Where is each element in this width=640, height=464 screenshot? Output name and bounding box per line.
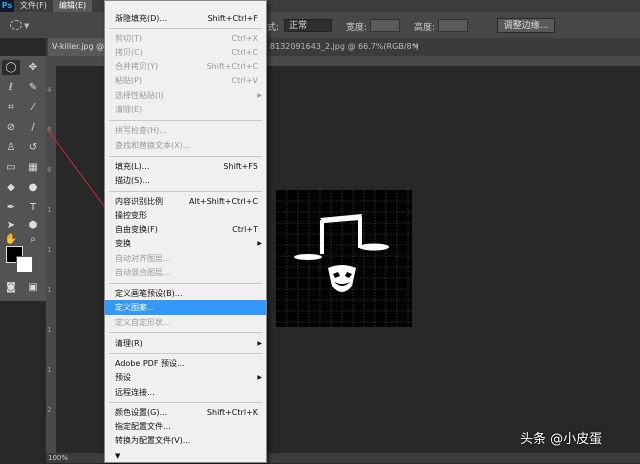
- menu-separator: [109, 332, 262, 333]
- edit-dropdown-menu: 渐隐填充(D)... Shift+Ctrl+F 剪切(T) Ctrl+X 拷贝(C)…: [104, 0, 267, 463]
- menu-item-cut[interactable]: 剪切(T) Ctrl+X: [105, 31, 266, 46]
- menu-item-paste[interactable]: 粘贴(P) Ctrl+V: [105, 73, 266, 88]
- menu-separator: [109, 156, 262, 157]
- menu-item-define-brush-preset[interactable]: 定义画笔预设(B)...: [105, 286, 266, 301]
- annotation-arrow: [47, 129, 177, 305]
- zoom-level[interactable]: 100%: [48, 453, 68, 463]
- menu-separator: [109, 353, 262, 354]
- menu-item-fill[interactable]: 填充(L)... Shift+F5: [105, 159, 266, 174]
- menu-item-presets[interactable]: 预设 ▶: [105, 370, 266, 385]
- menu-item-puppet-warp[interactable]: 操控变形: [105, 208, 266, 223]
- menu-item-clear[interactable]: 清除(E): [105, 102, 266, 117]
- menu-item-define-custom-shape[interactable]: 定义自定形状...: [105, 315, 266, 330]
- menu-item-define-pattern[interactable]: 定义图案...: [105, 300, 266, 315]
- menu-item-find-replace-text[interactable]: 查找和替换文本(X)...: [105, 138, 266, 153]
- menu-separator: [109, 283, 262, 284]
- menu-item-remote-connections[interactable]: 远程连接...: [105, 385, 266, 400]
- submenu-arrow-icon: ▶: [257, 374, 262, 381]
- menu-item-color-settings[interactable]: 颜色设置(G)... Shift+Ctrl+K: [105, 405, 266, 420]
- menu-scroll-down-icon[interactable]: ▼: [105, 449, 266, 464]
- menu-item-free-transform[interactable]: 自由变换(F) Ctrl+T: [105, 222, 266, 237]
- menu-separator: [109, 402, 262, 403]
- menu-item-paste-special[interactable]: 选择性粘贴(I) ▶: [105, 88, 266, 103]
- menu-item-content-aware-scale[interactable]: 内容识别比例 Alt+Shift+Ctrl+C: [105, 194, 266, 209]
- menu-item-copy[interactable]: 拷贝(C) Ctrl+C: [105, 45, 266, 60]
- menu-separator: [109, 120, 262, 121]
- menu-separator: [109, 28, 262, 29]
- menu-item-adobe-pdf-presets[interactable]: Adobe PDF 预设...: [105, 356, 266, 371]
- submenu-arrow-icon: ▶: [257, 92, 262, 99]
- menu-item-copy-merged[interactable]: 合并拷贝(Y) Shift+Ctrl+C: [105, 59, 266, 74]
- menu-item-assign-profile[interactable]: 指定配置文件...: [105, 419, 266, 434]
- menu-item-stroke[interactable]: 描边(S)...: [105, 173, 266, 188]
- menu-item-convert-to-profile[interactable]: 转换为配置文件(V)...: [105, 433, 266, 448]
- menu-separator: [109, 191, 262, 192]
- submenu-arrow-icon: ▶: [257, 240, 262, 247]
- menu-item-fade-fill[interactable]: 渐隐填充(D)... Shift+Ctrl+F: [105, 11, 266, 26]
- menu-item-purge[interactable]: 清理(R) ▶: [105, 336, 266, 351]
- watermark-text: 头条 @小皮蛋: [520, 432, 603, 447]
- menu-item-auto-blend-layers[interactable]: 自动混合图层...: [105, 265, 266, 280]
- submenu-arrow-icon: ▶: [257, 340, 262, 347]
- menu-item-auto-align-layers[interactable]: 自动对齐图层...: [105, 251, 266, 266]
- menu-item-check-spelling[interactable]: 拼写检查(H)...: [105, 123, 266, 138]
- menu-item-transform[interactable]: 变换 ▶: [105, 236, 266, 251]
